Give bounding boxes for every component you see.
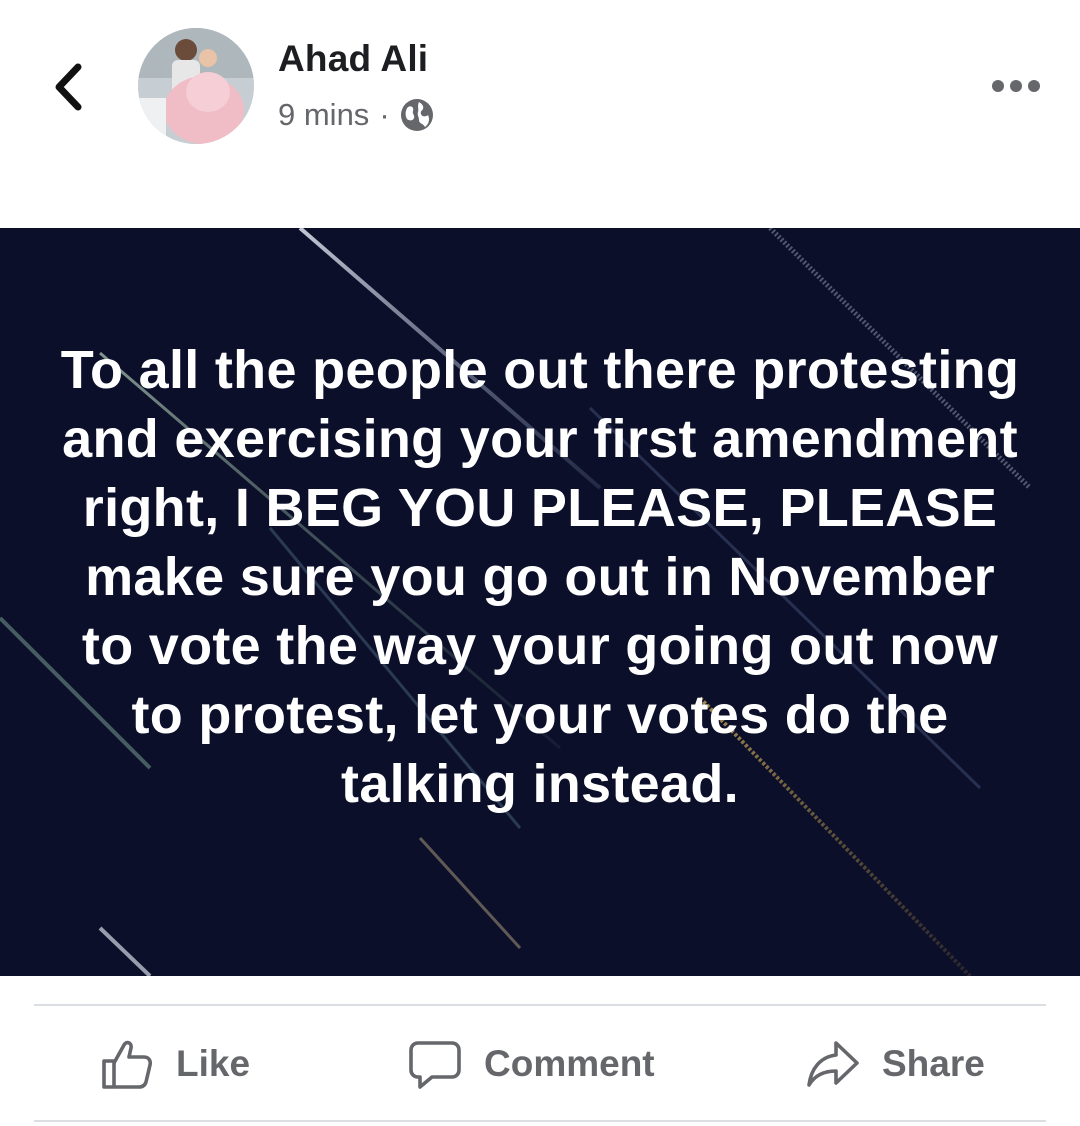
more-dots-icon <box>992 80 1040 92</box>
globe-icon <box>400 99 433 131</box>
post-header: Ahad Ali 9 mins · <box>0 0 1080 228</box>
thumbs-up-icon <box>102 1040 153 1089</box>
comment-label: Comment <box>484 1043 655 1084</box>
back-button[interactable] <box>44 58 92 116</box>
like-button[interactable]: Like <box>100 1034 250 1094</box>
post-image[interactable]: To all the people out there protesting a… <box>0 228 1080 976</box>
chevron-left-icon <box>55 63 82 111</box>
meta-separator: · <box>379 97 390 132</box>
comment-button[interactable]: Comment <box>408 1034 655 1094</box>
post-time[interactable]: 9 mins <box>278 97 369 133</box>
divider <box>34 1120 1046 1122</box>
post-actions: Like Comment Share <box>0 1010 1080 1118</box>
post-meta: 9 mins · <box>278 94 434 136</box>
share-button[interactable]: Share <box>806 1034 985 1094</box>
post-text: To all the people out there protesting a… <box>60 340 1020 814</box>
divider <box>34 1004 1046 1006</box>
comment-bubble-icon <box>409 1041 461 1089</box>
share-arrow-icon <box>807 1041 859 1087</box>
share-label: Share <box>882 1043 985 1084</box>
more-options-button[interactable] <box>980 66 1052 106</box>
like-label: Like <box>176 1043 251 1084</box>
author-name[interactable]: Ahad Ali <box>278 38 428 80</box>
avatar[interactable] <box>138 28 254 144</box>
